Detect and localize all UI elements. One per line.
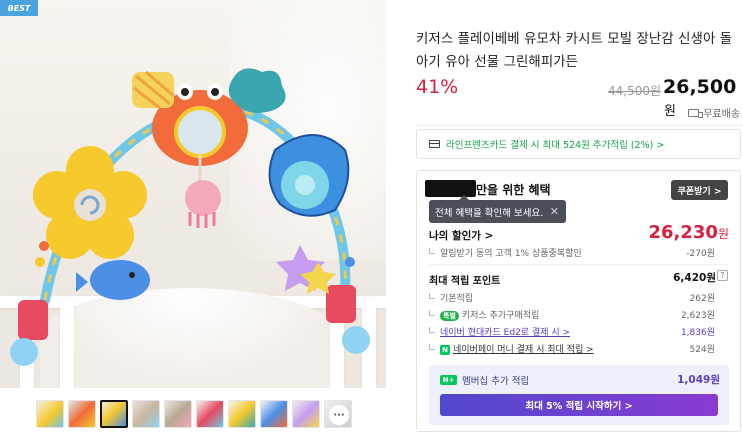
sale-price-number: 26,500	[663, 76, 737, 98]
tree-line-icon	[429, 310, 435, 316]
benefit-tooltip: 전체 혜택을 확인해 보세요. ✕	[429, 195, 566, 223]
naverpay-icon: N	[440, 345, 450, 355]
alarm-discount-value: -270원	[686, 249, 715, 259]
basic-points-value: 262원	[689, 294, 715, 304]
coupon-button[interactable]: 쿠폰받기 >	[671, 180, 728, 200]
my-discount-unit: 원	[717, 227, 729, 241]
membership-value: 1,049원	[677, 374, 720, 386]
my-discount-number: 26,230	[648, 222, 718, 243]
discount-rate: 41%	[416, 76, 459, 98]
special-points-label: 키저스 추가구매적립	[461, 311, 540, 321]
alarm-discount-row: 알림받기 동의 고객 1% 상품중복할인 -270원	[429, 246, 729, 259]
hyundai-card-value: 1,836원	[680, 328, 715, 338]
tooltip-text: 전체 혜택을 확인해 보세요.	[435, 207, 544, 219]
thumbnail[interactable]	[132, 400, 160, 428]
thumbnail[interactable]	[36, 400, 64, 428]
special-points-row: 특별 키저스 추가구매적립 2,623원	[429, 308, 729, 321]
naver-plus-icon: N+	[440, 375, 457, 385]
max-points-value: 6,420원	[673, 272, 716, 284]
divider	[429, 264, 729, 265]
card-promo-text: 라인프렌즈카드 결제 시 최대 524원 추가적립 (2%) >	[446, 140, 665, 151]
tree-line-icon	[429, 248, 435, 254]
thumbnail[interactable]	[196, 400, 224, 428]
product-main-image[interactable]: BEST	[0, 0, 386, 388]
thumbnail[interactable]	[164, 400, 192, 428]
thumbnail[interactable]	[292, 400, 320, 428]
credit-card-icon	[429, 140, 440, 148]
card-promo-banner[interactable]: 라인프렌즈카드 결제 시 최대 524원 추가적립 (2%) >	[416, 129, 741, 159]
more-icon: ···	[329, 405, 349, 425]
alarm-discount-label: 알림받기 동의 고객 1% 상품중복할인	[440, 249, 582, 259]
membership-label: 멤버십 추가 적립	[462, 376, 530, 387]
best-badge: BEST	[0, 0, 38, 16]
truck-icon	[688, 108, 704, 118]
basic-points-row: 기본적립 262원	[429, 291, 729, 304]
close-icon[interactable]: ✕	[550, 205, 559, 218]
thumbnail-more[interactable]: ···	[324, 400, 352, 428]
thumbnail-selected[interactable]	[100, 400, 128, 428]
my-discount-price: 26,230원	[648, 222, 729, 243]
divider	[416, 125, 743, 126]
delivery-text: 무료배송	[703, 109, 740, 120]
thumbnail[interactable]	[68, 400, 96, 428]
thumbnail[interactable]	[228, 400, 256, 428]
thumbnail-strip: ···	[36, 400, 352, 428]
tree-line-icon	[429, 327, 435, 333]
naverpay-value: 524원	[689, 345, 715, 355]
hyundai-card-row: 네이버 현대카드 Ed2로 결제 시 > 1,836원	[429, 325, 729, 338]
naverpay-row: N 네이버페이 머니 결제 시 최대 적립 > 524원	[429, 342, 729, 355]
help-icon[interactable]: ?	[717, 270, 728, 281]
membership-start-button[interactable]: 최대 5% 적립 시작하기 >	[440, 394, 718, 416]
thumbnail[interactable]	[260, 400, 288, 428]
mobile-toy-illustration	[10, 68, 370, 366]
hyundai-card-link[interactable]: 네이버 현대카드 Ed2로 결제 시 >	[440, 328, 570, 338]
tree-line-icon	[429, 344, 435, 350]
basic-points-label: 기본적립	[440, 294, 474, 304]
membership-label-row: N+ 멤버십 추가 적립	[440, 373, 529, 387]
tree-line-icon	[429, 293, 435, 299]
delivery-info: 무료배송	[688, 105, 740, 120]
special-badge: 특별	[440, 311, 459, 321]
product-title: 키저스 플레이베베 유모차 카시트 모빌 장난감 신생아 돌아기 유아 선물 그…	[416, 32, 733, 70]
sale-price-unit: 원	[664, 104, 676, 119]
naverpay-link[interactable]: 네이버페이 머니 결제 시 최대 적립 >	[453, 345, 594, 355]
special-points-value: 2,623원	[680, 311, 715, 321]
original-price: 44,500원	[608, 84, 662, 98]
benefit-title: 만을 위한 혜택	[476, 183, 551, 197]
